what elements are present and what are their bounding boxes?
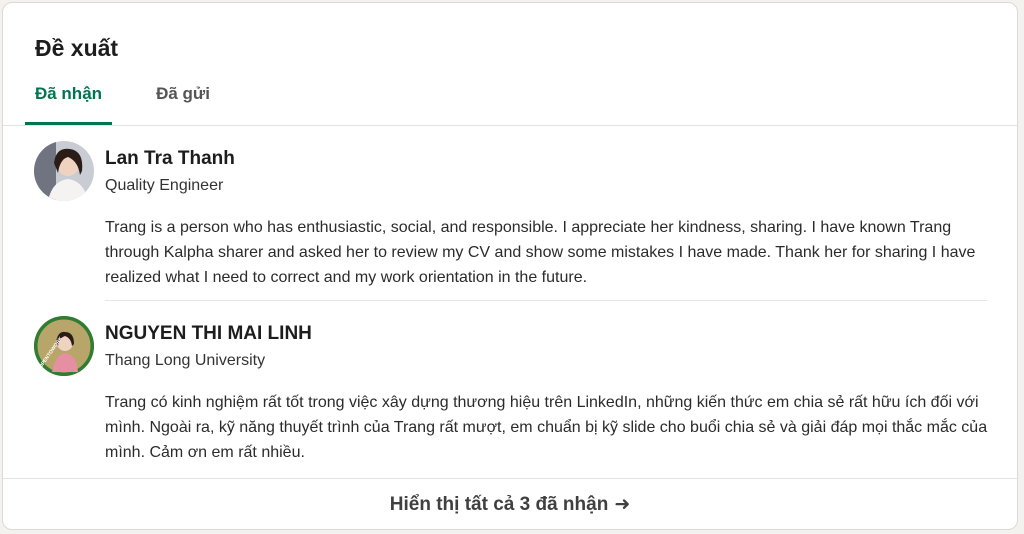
recommendation-text: Trang is a person who has enthusiastic, … [105,219,976,286]
tab-received[interactable]: Đã nhận [25,75,112,125]
recommender-headline: Thang Long University [105,352,266,369]
show-all-label: Hiển thị tất cả 3 đã nhận [389,494,609,515]
recommendations-card: Đề xuất Đã nhận Đã gửi Lan Tra Thanh Qua… [2,2,1018,530]
tab-bar: Đã nhận Đã gửi [3,75,1017,126]
divider [105,300,987,301]
avatar[interactable] [34,141,94,201]
arrow-right-icon: ➜ [614,494,631,515]
avatar[interactable]: #OPENTOWORK [34,316,94,376]
section-title: Đề xuất [35,35,119,61]
tab-sent[interactable]: Đã gửi [143,75,223,125]
show-all-recommendations-button[interactable]: Hiển thị tất cả 3 đã nhận ➜ [3,478,1017,529]
profile-photo-icon [34,141,94,201]
recommender-headline: Quality Engineer [105,177,224,194]
recommender-name[interactable]: Lan Tra Thanh [105,148,235,170]
recommendation-text: Trang có kinh nghiệm rất tốt trong việc … [105,394,988,461]
recommender-name[interactable]: NGUYEN THI MAI LINH [105,323,312,345]
